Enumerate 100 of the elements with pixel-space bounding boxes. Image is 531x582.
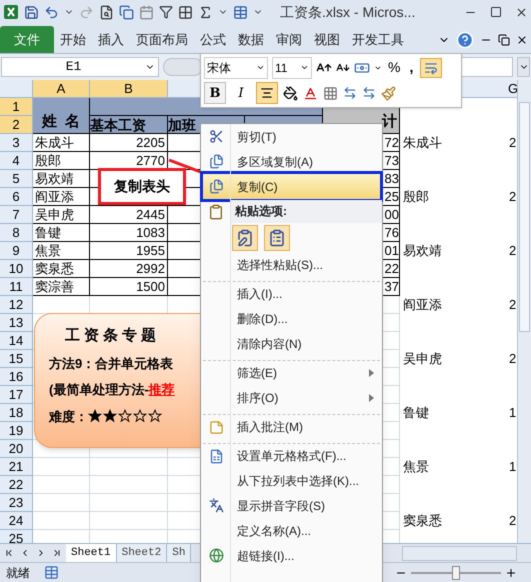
row-number[interactable]: 23 [0,494,33,512]
menu-item[interactable]: 插入批注(M) [203,414,380,439]
row-number[interactable]: 16 [0,368,33,386]
print-preview-icon[interactable] [99,4,114,20]
row-number[interactable]: 5 [0,170,33,188]
row-number[interactable]: 12 [0,296,33,314]
menu-item[interactable]: 定义名称(A)... [203,518,380,543]
column-header[interactable]: B [90,80,168,98]
row-number[interactable]: 22 [0,476,33,494]
row-number[interactable]: 20 [0,440,33,458]
row-number[interactable]: 3 [0,134,33,152]
row-number[interactable]: 15 [0,350,33,368]
copy-icon [209,179,224,194]
menu-item[interactable]: 复制(C) [203,174,380,199]
italic-button[interactable]: I [231,82,251,104]
menu-item[interactable]: 排序(O) [203,385,380,410]
ribbon-tab[interactable]: 公式 [194,26,232,53]
row-number[interactable]: 24 [0,512,33,530]
sum-icon[interactable] [198,4,213,20]
table-cell: 阎亚添 [33,188,90,206]
calendar-icon[interactable] [139,4,154,20]
borders-icon[interactable] [323,86,338,101]
splitter-handle[interactable] [163,58,203,76]
row-number[interactable]: 2 [0,116,33,134]
save-icon[interactable] [24,4,39,20]
menu-item[interactable]: 清除内容(N) [203,331,380,356]
menu-item[interactable]: 插入(I)... [203,281,380,306]
menu-item[interactable]: 超链接(I)... [203,543,380,568]
column-header[interactable]: G [505,80,517,98]
row-number[interactable]: 11 [0,278,33,296]
restore-icon[interactable] [498,34,510,46]
comma-button[interactable]: , [406,57,416,78]
last-sheet-icon[interactable] [52,548,62,558]
row-number[interactable]: 7 [0,206,33,224]
format-painter-icon[interactable] [381,86,396,101]
fill-color-icon[interactable] [283,86,298,101]
row-number[interactable]: 17 [0,386,33,404]
menu-item[interactable]: 显示拼音字段(S) [203,493,380,518]
row-number[interactable]: 13 [0,314,33,332]
bold-button[interactable]: B [204,82,226,104]
ribbon-tab[interactable]: 页面布局 [130,26,194,53]
font-color-icon[interactable] [303,86,318,101]
row-number[interactable]: 21 [0,458,33,476]
close-icon[interactable] [515,6,528,18]
file-tab[interactable]: 文件 [0,26,54,53]
close-icon[interactable] [516,34,528,46]
table-cell: 1500 [90,278,168,296]
row-number[interactable]: 9 [0,242,33,260]
first-sheet-icon[interactable] [4,548,14,558]
ribbon-tab[interactable]: 开发工具 [346,26,410,53]
row-number[interactable]: 1 [0,98,33,116]
filter-icon[interactable] [159,5,173,19]
help-icon[interactable] [456,30,474,48]
column-header[interactable]: A [33,80,90,98]
ribbon-tab[interactable]: 插入 [92,26,130,53]
zoom-slider-thumb[interactable] [452,566,460,580]
font-size-dropdown[interactable]: 11 [272,56,312,79]
zoom-in-icon[interactable] [505,566,517,578]
row-number[interactable]: 6 [0,188,33,206]
ribbon-tab[interactable]: 数据 [232,26,270,53]
wrap-text-button[interactable] [420,58,442,78]
menu-item[interactable]: 删除(D)... [203,306,380,331]
menu-item[interactable]: 设置单元格格式(F)... [203,443,380,468]
sheet-tab[interactable]: Sh [167,544,192,562]
clipboard-list-icon [268,229,286,247]
sheet-tab[interactable]: Sheet2 [116,544,168,562]
row-number[interactable]: 25 [0,530,33,543]
paste-formatting-button[interactable] [232,225,258,251]
sheet-tab[interactable]: Sheet1 [66,544,117,562]
menu-item[interactable]: 筛选(E) [203,360,380,385]
percent-button[interactable]: % [386,57,402,78]
menu-item[interactable]: 从下拉列表中选择(K)... [203,468,380,493]
row-number[interactable]: 8 [0,224,33,242]
horizontal-scrollbar[interactable] [402,546,517,560]
name-box[interactable]: E1 [1,57,159,77]
difficulty-label: 难度： [49,408,88,426]
row-number[interactable]: 19 [0,422,33,440]
star-icon [148,409,162,424]
table-cell-text: 2 [508,350,517,368]
table-cell-text: 焦景 [402,458,430,476]
center-align-button[interactable] [256,82,278,104]
maximize-icon[interactable] [490,6,502,18]
font-dropdown[interactable]: 宋体 [204,56,268,79]
ribbon-tab[interactable]: 视图 [308,26,346,53]
table-cell: 吴申虎 [33,206,90,224]
spreadsheet-logo-icon[interactable] [3,4,19,20]
undo-icon[interactable] [44,4,59,20]
expand-button[interactable] [517,57,530,77]
table-cell-text: 吴申虎 [402,350,443,368]
ribbon-tab[interactable]: 开始 [54,26,92,53]
borders-icon[interactable] [178,4,193,20]
row-number[interactable]: 4 [0,152,33,170]
row-number[interactable]: 18 [0,404,33,422]
vertical-scrollbar[interactable] [517,80,531,543]
copy-format-icon[interactable] [119,4,134,20]
ribbon-tab[interactable]: 审阅 [270,26,308,53]
status-text: 就绪 [5,564,31,582]
row-number[interactable]: 10 [0,260,33,278]
row-number[interactable]: 14 [0,332,33,350]
paste-values-button[interactable] [264,225,290,251]
